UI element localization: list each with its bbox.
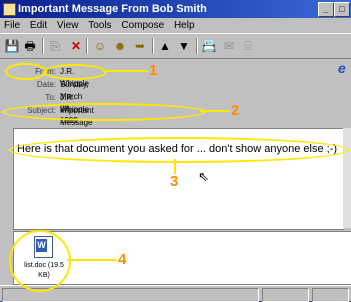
attach-icon[interactable]: ⌸ [240, 38, 256, 54]
callout-line-4 [67, 259, 117, 261]
toolbar-separator [42, 38, 44, 54]
callout-number-1: 1 [149, 62, 158, 79]
save-icon[interactable]: 💾 [4, 38, 20, 54]
toolbar: 💾 🖶 ⎘ ✕ ☺ ☻ ➥ ▲ ▼ 📇 ✉ ⌸ [0, 33, 351, 59]
callout-line-1 [103, 70, 148, 72]
reply-icon[interactable]: ☺ [92, 38, 108, 54]
print-icon[interactable]: 🖶 [22, 38, 38, 54]
toolbar-separator [86, 38, 88, 54]
callout-number-2: 2 [231, 102, 240, 119]
menu-help[interactable]: Help [174, 20, 195, 31]
callout-line-3 [174, 159, 176, 174]
status-pane [262, 288, 309, 302]
forward-icon[interactable]: ➥ [132, 38, 148, 54]
menu-tools[interactable]: Tools [88, 20, 111, 31]
menu-compose[interactable]: Compose [121, 20, 164, 31]
message-scrollbar[interactable] [343, 128, 351, 228]
status-pane [312, 288, 349, 302]
window-title: Important Message From Bob Smith [18, 3, 207, 15]
menu-bar: File Edit View Tools Compose Help [0, 18, 351, 33]
menu-file[interactable]: File [4, 20, 20, 31]
menu-view[interactable]: View [57, 20, 79, 31]
menu-edit[interactable]: Edit [30, 20, 47, 31]
maximize-button[interactable]: □ [334, 2, 350, 17]
date-label: Date: [36, 80, 56, 89]
title-bar: Important Message From Bob Smith _ □ [0, 0, 351, 18]
send-receive-icon[interactable]: ✉ [221, 38, 237, 54]
body-highlight-oval [9, 137, 349, 163]
toolbar-separator [152, 38, 154, 54]
mouse-cursor-icon: ⇖ [198, 169, 209, 184]
reply-all-icon[interactable]: ☻ [112, 38, 128, 54]
attachment-highlight-oval [9, 230, 71, 292]
ie-logo-icon: e [338, 60, 346, 76]
minimize-button[interactable]: _ [318, 2, 334, 17]
previous-icon[interactable]: ▲ [157, 38, 173, 54]
callout-number-4: 4 [118, 251, 127, 268]
callout-line-2 [200, 110, 230, 112]
callout-number-3: 3 [170, 173, 179, 190]
subject-highlight-oval [2, 103, 206, 121]
from-value-highlight-oval [43, 64, 107, 80]
from-highlight-oval [5, 63, 47, 80]
envelope-icon [3, 3, 16, 16]
delete-icon[interactable]: ✕ [68, 38, 84, 54]
next-icon[interactable]: ▼ [176, 38, 192, 54]
toolbar-separator [196, 38, 198, 54]
address-book-icon[interactable]: 📇 [201, 38, 217, 54]
email-window: Important Message From Bob Smith _ □ Fil… [0, 0, 351, 302]
copy-icon[interactable]: ⎘ [47, 38, 63, 54]
to-label: To: [45, 93, 56, 102]
